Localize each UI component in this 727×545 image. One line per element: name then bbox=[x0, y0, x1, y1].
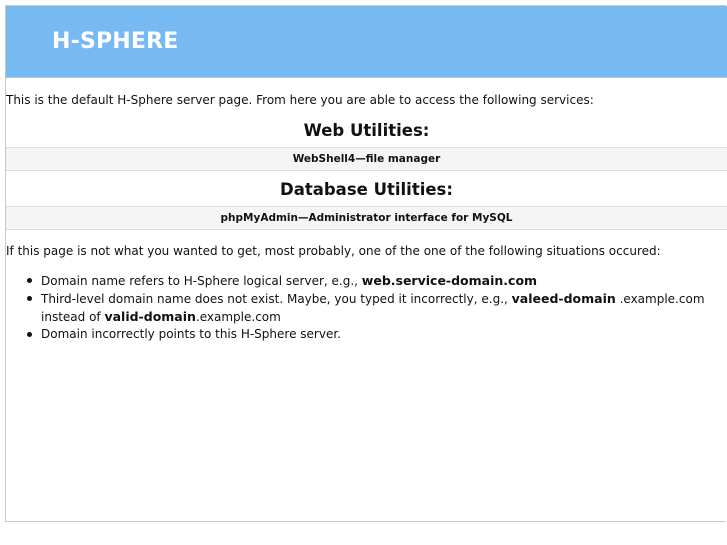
item-bold: valid-domain bbox=[104, 309, 196, 324]
web-utilities-title: Web Utilities: bbox=[303, 121, 430, 140]
list-item: Domain incorrectly points to this H-Sphe… bbox=[6, 326, 706, 343]
item-text: Domain name refers to H-Sphere logical s… bbox=[41, 274, 362, 288]
bullet-icon bbox=[27, 278, 32, 283]
item-text: .example.com bbox=[195, 310, 281, 324]
situations-intro: If this page is not what you wanted to g… bbox=[6, 244, 661, 258]
page-frame: H-SPHERE This is the default H-Sphere se… bbox=[5, 5, 727, 522]
list-item: Domain name refers to H-Sphere logical s… bbox=[6, 272, 706, 290]
intro-text: This is the default H-Sphere server page… bbox=[6, 93, 594, 107]
item-bold: web.service-domain.com bbox=[361, 273, 538, 288]
database-utilities-title: Database Utilities: bbox=[280, 180, 453, 199]
brand-title: H-SPHERE bbox=[52, 29, 179, 54]
item-text: Domain incorrectly points to this H-Sphe… bbox=[41, 327, 341, 341]
item-text: Third-level domain name does not exist. … bbox=[41, 292, 512, 306]
web-utilities-bar: WebShell4—file manager bbox=[6, 147, 727, 171]
bullet-icon bbox=[27, 332, 32, 337]
phpmyadmin-link[interactable]: phpMyAdmin—Administrator interface for M… bbox=[221, 212, 513, 224]
database-utilities-bar: phpMyAdmin—Administrator interface for M… bbox=[6, 206, 727, 230]
bullet-icon bbox=[27, 296, 32, 301]
situations-list: Domain name refers to H-Sphere logical s… bbox=[6, 272, 706, 343]
webshell-link[interactable]: WebShell4—file manager bbox=[293, 153, 441, 165]
list-item: Third-level domain name does not exist. … bbox=[6, 290, 706, 326]
header-banner: H-SPHERE bbox=[6, 6, 727, 78]
item-bold: valeed-domain bbox=[511, 291, 616, 306]
